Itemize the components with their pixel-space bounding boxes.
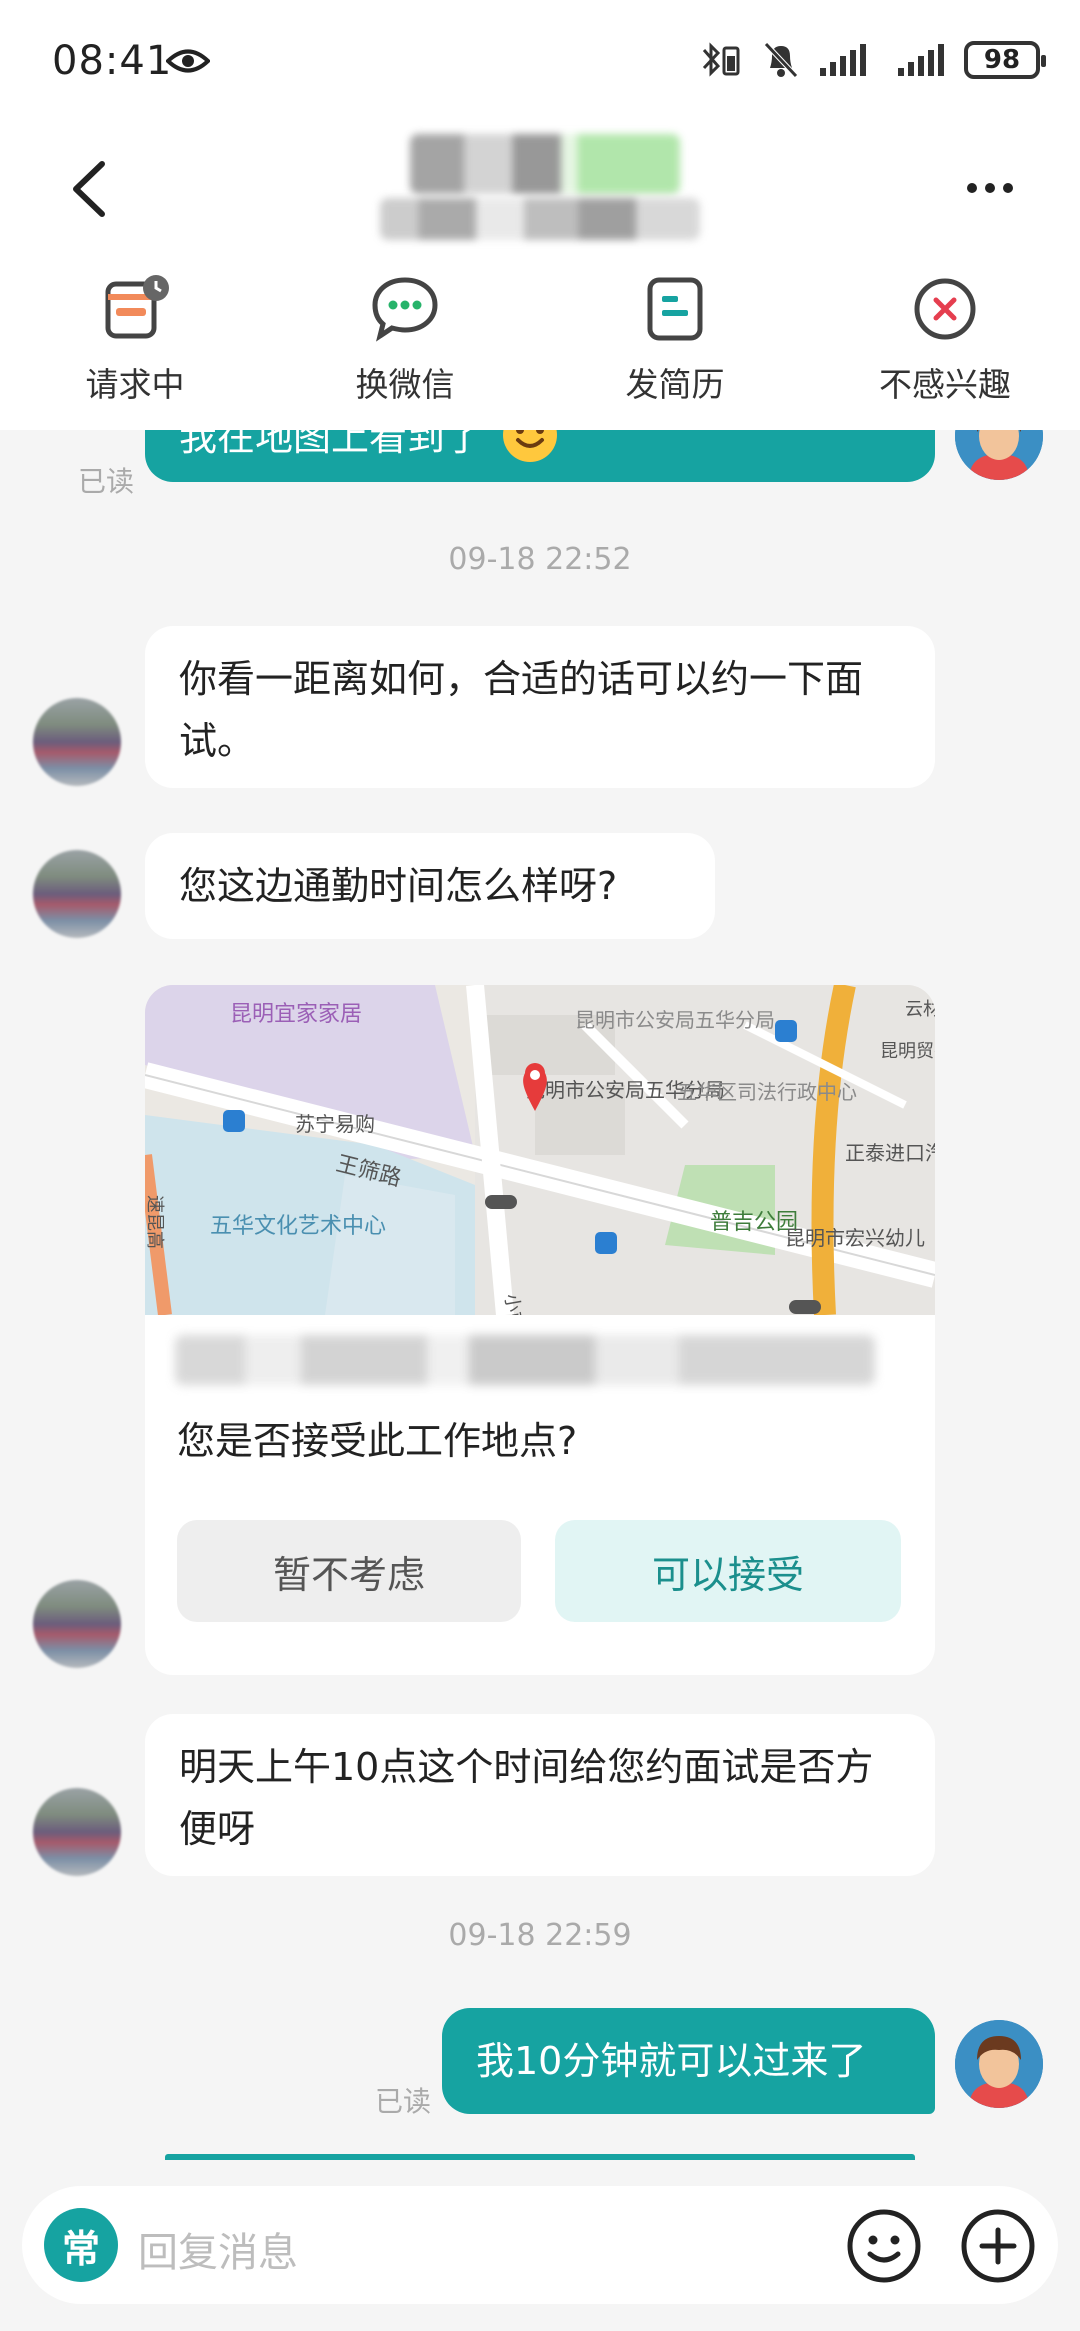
- plus-icon[interactable]: [958, 2206, 1038, 2286]
- action-label: 请求中: [85, 365, 185, 404]
- message-text: 我10分钟就可以过来了: [476, 2039, 867, 2083]
- recruiter-avatar[interactable]: [33, 698, 121, 786]
- action-label: 不感兴趣: [879, 365, 1011, 404]
- signal-icon-2: [898, 44, 944, 76]
- accept-location-button[interactable]: 可以接受: [555, 1520, 901, 1622]
- avatar-illustration: [955, 430, 1043, 480]
- status-bar: 08:41 98: [0, 0, 1080, 120]
- message-input[interactable]: 回复消息: [138, 2220, 298, 2278]
- message-text: 我在地图上看到了: [179, 430, 484, 459]
- traffic-light-icon: [485, 1195, 517, 1209]
- input-bar: 常 回复消息: [0, 2160, 1080, 2331]
- message-input-container: 常 回复消息: [22, 2186, 1058, 2304]
- message-bubble-outgoing[interactable]: 我10分钟就可以过来了: [442, 2008, 935, 2114]
- common-phrases-button[interactable]: 常: [44, 2208, 118, 2282]
- request-pending-icon: [105, 275, 169, 339]
- recruiter-avatar[interactable]: [33, 1580, 121, 1668]
- message-bubble-incoming[interactable]: 你看一距离如何，合适的话可以约一下面试。: [145, 626, 935, 788]
- eye-icon: [166, 49, 210, 73]
- my-avatar[interactable]: [955, 2020, 1043, 2108]
- action-not-interested[interactable]: 不感兴趣: [810, 260, 1080, 430]
- timestamp: 09-18 22:52: [448, 542, 632, 577]
- not-interested-icon: [914, 278, 976, 340]
- bus-stop-icon: [775, 1020, 797, 1042]
- map-label: 昆明宜家家居: [230, 1001, 362, 1026]
- address-blurred: [175, 1335, 875, 1385]
- contact-name-blurred: [410, 134, 680, 194]
- avatar-illustration: [955, 2020, 1043, 2108]
- message-text: 你看一距离如何，合适的话可以约一下面试。: [179, 657, 864, 763]
- map-graphic: 昆明宜家家居 昆明市公安局五华分局 昆明市公安局五华分局 五华区司法行政中心 苏…: [145, 985, 935, 1315]
- action-bar: 请求中 换微信 发简历 不感兴趣: [0, 260, 1080, 430]
- wechat-icon: [372, 277, 438, 342]
- message-bubble-incoming[interactable]: 明天上午10点这个时间给您约面试是否方便呀: [145, 1714, 935, 1876]
- smile-emoji-icon: [503, 430, 558, 462]
- message-bubble-outgoing[interactable]: 我在地图上看到了: [145, 430, 935, 482]
- resume-icon: [647, 277, 703, 341]
- location-card: 昆明宜家家居 昆明市公安局五华分局 昆明市公安局五华分局 五华区司法行政中心 苏…: [145, 985, 935, 1675]
- recruiter-avatar[interactable]: [33, 850, 121, 938]
- map-label: 昆明贸有: [880, 1041, 935, 1061]
- mute-bell-icon: [764, 42, 798, 78]
- bluetooth-battery-icon: [702, 42, 740, 77]
- location-question: 您是否接受此工作地点?: [177, 1419, 578, 1463]
- action-exchange-wechat[interactable]: 换微信: [270, 260, 540, 430]
- map-label: 五华区司法行政中心: [677, 1081, 857, 1104]
- decline-location-button[interactable]: 暂不考虑: [177, 1520, 521, 1622]
- chat-header: [0, 120, 1080, 260]
- timestamp: 09-18 22:59: [448, 1918, 632, 1953]
- message-list[interactable]: 我在地图上看到了 已读 09-18 22:52 你看一距离如何，合适的话可以约一…: [0, 430, 1080, 2160]
- more-options-icon[interactable]: [966, 180, 1014, 196]
- traffic-light-icon: [789, 1300, 821, 1314]
- bus-stop-icon: [223, 1110, 245, 1132]
- map-label: 苏宁易购: [295, 1113, 375, 1136]
- action-label: 换微信: [355, 365, 455, 404]
- battery-indicator: 98: [964, 41, 1046, 79]
- action-label: 发简历: [625, 365, 725, 404]
- map-label: 云材: [905, 999, 935, 1019]
- map-label: 速昆高: [145, 1195, 165, 1249]
- my-avatar[interactable]: [955, 430, 1043, 480]
- recruiter-avatar[interactable]: [33, 1788, 121, 1876]
- message-text: 明天上午10点这个时间给您约面试是否方便呀: [179, 1745, 874, 1851]
- map-label: 五华文化艺术中心: [210, 1213, 386, 1238]
- status-time: 08:41: [52, 38, 173, 84]
- battery-level: 98: [983, 45, 1021, 75]
- message-text: 您这边通勤时间怎么样呀?: [179, 864, 618, 908]
- back-arrow-icon[interactable]: [66, 158, 110, 220]
- chat-screen: 08:41 98 请求中 换微信 发简历 不感兴趣 我在地图上看到了 已读 09…: [0, 0, 1080, 2331]
- contact-subtitle-blurred: [380, 198, 700, 240]
- signal-icon-1: [820, 44, 866, 76]
- action-send-resume[interactable]: 发简历: [540, 260, 810, 430]
- read-receipt: 已读: [78, 465, 135, 498]
- map-label: 昆明市宏兴幼儿: [785, 1227, 925, 1250]
- map-label: 昆明市公安局五华分局: [575, 1009, 775, 1032]
- emoji-icon[interactable]: [844, 2206, 924, 2286]
- read-receipt: 已读: [375, 2085, 432, 2118]
- location-map[interactable]: 昆明宜家家居 昆明市公安局五华分局 昆明市公安局五华分局 五华区司法行政中心 苏…: [145, 985, 935, 1315]
- bus-stop-icon: [595, 1232, 617, 1254]
- map-label: 正泰进口汽车修理: [845, 1142, 935, 1165]
- action-request-pending[interactable]: 请求中: [0, 260, 270, 430]
- status-icons: 98: [698, 40, 1046, 80]
- message-bubble-incoming[interactable]: 您这边通勤时间怎么样呀?: [145, 833, 715, 939]
